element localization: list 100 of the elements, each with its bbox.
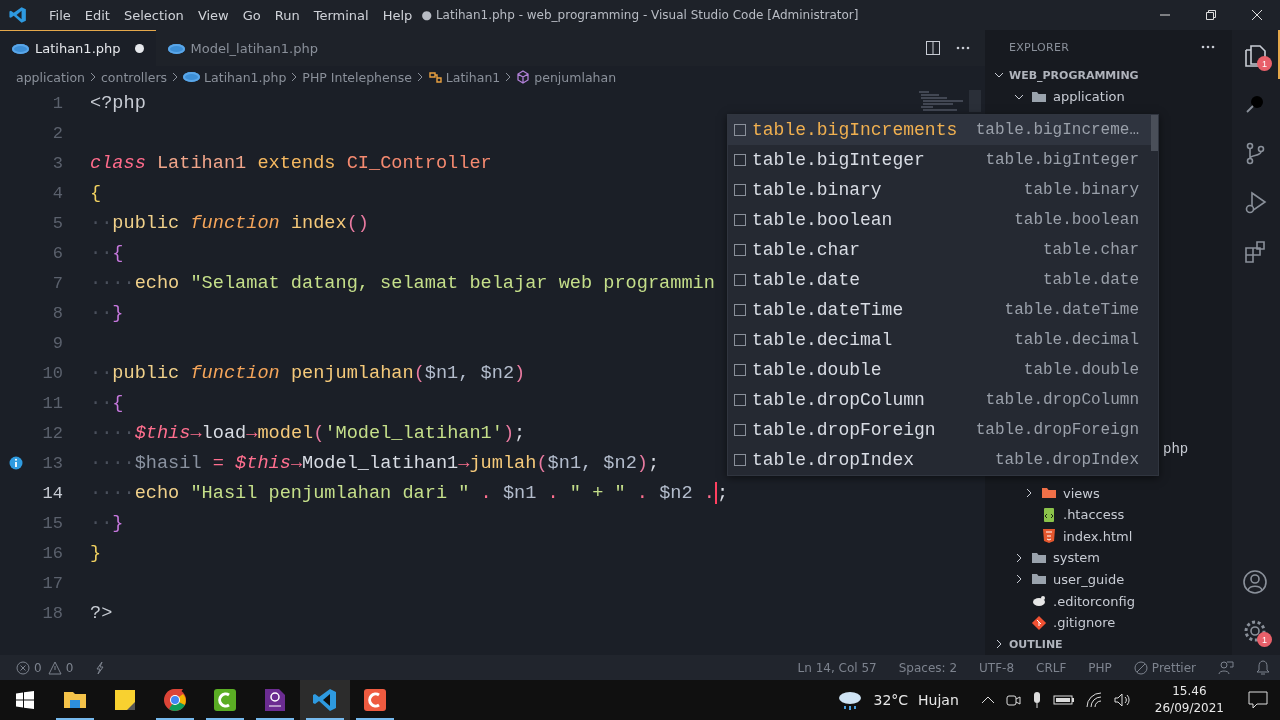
notification-badge: 1 [1257, 56, 1272, 71]
menu-item[interactable]: File [42, 7, 78, 23]
line-number: 8 [51, 303, 63, 323]
suggestion-item[interactable]: table.bigInteger table.bigInteger [728, 145, 1151, 175]
status-item[interactable]: UTF-8 [979, 660, 1015, 675]
windows-logo-icon [16, 691, 34, 709]
status-item[interactable]: PHP [1088, 660, 1112, 675]
file-icon [1041, 506, 1057, 523]
feedback-icon[interactable] [1218, 659, 1234, 676]
suggestion-item[interactable]: table.dropIndex table.dropIndex [728, 445, 1151, 475]
app-icon [161, 686, 189, 714]
menu-item[interactable]: Help [375, 7, 420, 23]
bell-icon[interactable] [1256, 659, 1270, 676]
clock-date[interactable]: 26/09/2021 [1154, 700, 1224, 717]
field-icon [734, 214, 746, 226]
breadcrumb-item[interactable]: PHP Intelephense [302, 69, 412, 85]
menu-item[interactable]: Edit [77, 7, 117, 23]
app-icon [211, 686, 239, 714]
code-line: ··public function penjumlahan($n1, $n2) [90, 362, 526, 384]
file-name[interactable]: .htaccess [1063, 507, 1125, 523]
breadcrumb-item[interactable]: Latihan1 [445, 69, 501, 85]
code-line: } [90, 542, 102, 564]
code-line: { [90, 182, 102, 204]
line-number: 6 [51, 243, 63, 263]
camera-icon[interactable] [1004, 692, 1021, 708]
menu-item[interactable]: Selection [116, 7, 191, 23]
folder-name[interactable]: user_guide [1053, 571, 1125, 587]
close-icon [1251, 9, 1263, 21]
suggestion-item[interactable]: table.date table.date [728, 265, 1151, 295]
file-icon [1041, 528, 1057, 545]
suggestion-item[interactable]: table.dropForeign table.dropForeign [728, 415, 1151, 445]
clock-time[interactable]: 15.46 [1172, 683, 1207, 700]
restore-icon [1205, 9, 1217, 21]
scrollbar-thumb[interactable] [1151, 115, 1158, 151]
breadcrumb-item[interactable]: application [16, 69, 85, 85]
rain-cloud-icon[interactable] [837, 689, 864, 711]
line-number: 4 [51, 183, 63, 203]
breadcrumb-item[interactable]: controllers [100, 69, 168, 85]
explorer-title: EXPLORER [1009, 40, 1070, 54]
breadcrumb-item[interactable]: penjumlahan [534, 69, 617, 85]
menu-item[interactable]: Go [235, 7, 268, 23]
code-line: ····echo "Selamat datang, selamat belajar web programmin [90, 272, 715, 294]
code-line: ··{ [90, 242, 124, 264]
file-name[interactable]: index.html [1063, 528, 1133, 544]
line-number: 10 [41, 363, 63, 383]
php-file-icon [167, 43, 185, 54]
temperature[interactable]: 32°C [873, 692, 909, 708]
suggestion-item[interactable]: table.dateTime table.dateTime [728, 295, 1151, 325]
line-number: 1 [51, 93, 63, 113]
line-number: 5 [51, 213, 63, 233]
suggestion-item[interactable]: table.binary table.binary [728, 175, 1151, 205]
suggestion-item[interactable]: table.bigIncrements table.bigIncreme… [728, 115, 1151, 145]
folder-name[interactable]: system [1053, 550, 1100, 566]
line-number: 14 [41, 483, 63, 503]
file-name[interactable]: php [1163, 441, 1189, 458]
battery-icon[interactable] [1052, 693, 1075, 707]
line-number: 13 [41, 453, 63, 473]
php-file-icon [183, 72, 201, 82]
code-line: class Latihan1 extends CI_Controller [90, 152, 492, 174]
prohibited-icon[interactable] [1133, 660, 1148, 675]
warning-count[interactable]: 0 [65, 660, 74, 675]
vscode-logo-icon [8, 5, 28, 25]
field-icon [734, 334, 746, 346]
suggestion-item[interactable]: table.char table.char [728, 235, 1151, 265]
suggestion-item[interactable]: table.decimal table.decimal [728, 325, 1151, 355]
wifi-icon[interactable] [1084, 692, 1103, 708]
error-count[interactable]: 0 [34, 660, 42, 675]
chevron-right-icon [504, 72, 513, 82]
error-icon[interactable] [16, 660, 30, 675]
info-icon[interactable] [9, 456, 23, 470]
suggestion-item[interactable]: table.double table.double [728, 355, 1151, 385]
line-number: 9 [51, 333, 63, 353]
status-item[interactable]: Prettier [1151, 660, 1196, 675]
code-line: ··} [90, 512, 124, 534]
file-name[interactable]: .gitignore [1053, 615, 1116, 631]
chevron-up-icon[interactable] [980, 695, 995, 705]
status-item[interactable]: CRLF [1036, 660, 1067, 675]
workspace-name[interactable]: WEB_PROGRAMMING [1009, 68, 1139, 82]
chevron-right-icon [415, 72, 424, 82]
notification-badge: 1 [1257, 632, 1272, 647]
split-editor-icon[interactable] [925, 40, 941, 56]
status-item[interactable]: Spaces: 2 [898, 660, 958, 675]
taskbar-app[interactable] [300, 680, 350, 720]
account-icon [1242, 568, 1268, 595]
outline-section[interactable]: OUTLINE [1009, 637, 1063, 651]
menu-item[interactable]: Terminal [306, 7, 376, 23]
weather-text[interactable]: Hujan [918, 692, 959, 708]
folder-name[interactable]: application [1053, 89, 1125, 105]
warning-icon[interactable] [47, 660, 62, 675]
status-item[interactable]: Ln 14, Col 57 [797, 660, 877, 675]
volume-icon[interactable] [1112, 692, 1131, 708]
menu-item[interactable]: Run [267, 7, 307, 23]
cube-icon [516, 70, 531, 84]
folder-name[interactable]: views [1063, 485, 1100, 501]
suggestion-item[interactable]: table.dropColumn table.dropColumn [728, 385, 1151, 415]
breadcrumb-item[interactable]: Latihan1.php [204, 69, 287, 85]
menu-item[interactable]: View [190, 7, 236, 23]
file-name[interactable]: .editorconfig [1053, 593, 1135, 609]
suggestion-item[interactable]: table.boolean table.boolean [728, 205, 1151, 235]
notification-icon[interactable] [1248, 691, 1268, 709]
